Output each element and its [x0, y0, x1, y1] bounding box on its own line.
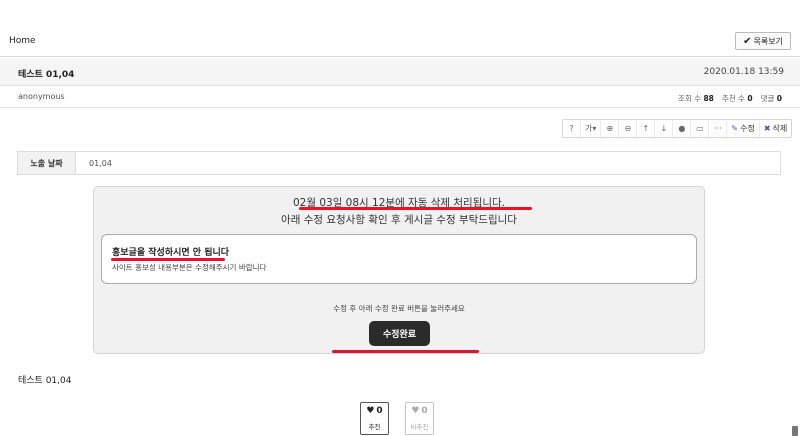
- auto-delete-notice: 02월 03일 08시 12분에 자동 삭제 처리됩니다. 아래 수정 요청사항…: [93, 186, 705, 354]
- upvote-label: 추천: [368, 423, 381, 431]
- scrollbar-thumb[interactable]: [792, 426, 798, 436]
- more-button[interactable]: ···: [709, 120, 728, 137]
- edit-request-box: 홍보글을 작성하시면 안 됩니다 사이트 홍보성 내용부분은 수정해주시기 바랍…: [101, 234, 697, 284]
- post-title: 테스트 01,04: [18, 70, 75, 80]
- post-date: 2020.01.18 13:59: [703, 67, 784, 77]
- post-stats: 조회 수 88 추천 수 0 댓글 0: [678, 93, 782, 104]
- help-icon: ?: [569, 124, 574, 133]
- edit-complete-button[interactable]: 수정완료: [369, 321, 430, 346]
- caret-down-icon: ▾: [592, 124, 597, 133]
- highlight-underline-1: [299, 207, 532, 210]
- list-view-label: 목록보기: [753, 36, 783, 46]
- post-meta-row: anonymous 조회 수 88 추천 수 0 댓글 0: [0, 86, 800, 108]
- exposure-date-value: 01,04: [89, 158, 112, 168]
- zoom-out-icon: ⊖: [624, 124, 632, 133]
- comments-stat: 댓글 0: [760, 94, 782, 103]
- breadcrumb-home[interactable]: Home: [9, 36, 36, 46]
- zoom-in-icon: ⊕: [606, 124, 614, 133]
- list-view-button[interactable]: ✔ 목록보기: [735, 32, 791, 50]
- heart-icon: ♥: [366, 406, 375, 416]
- close-icon: ✖: [763, 124, 771, 133]
- comment-icon: ●: [678, 124, 686, 133]
- exposure-date-label: 노출 날짜: [18, 152, 76, 174]
- arrow-down-icon: ↓: [660, 124, 668, 133]
- delete-button[interactable]: ✖ 삭제: [760, 120, 791, 137]
- checkmark-icon: ✔: [743, 35, 752, 47]
- comment-button[interactable]: ●: [673, 120, 692, 137]
- post-body: 테스트 01,04: [18, 376, 72, 386]
- edit-request-message: 아래 수정 요청사항 확인 후 게시글 수정 부탁드립니다: [281, 214, 517, 226]
- pencil-icon: ✎: [731, 124, 739, 133]
- post-author[interactable]: anonymous: [18, 92, 65, 101]
- edit-label: 수정: [740, 124, 755, 133]
- zoom-out-button[interactable]: ⊖: [619, 120, 638, 137]
- post-title-row: 테스트 01,04 2020.01.18 13:59: [0, 58, 800, 86]
- edit-request-description: 사이트 홍보성 내용부분은 수정해주시기 바랍니다: [112, 263, 267, 272]
- top-bar: Home ✔ 목록보기: [0, 0, 800, 57]
- print-icon: ▭: [696, 124, 704, 133]
- scroll-up-button[interactable]: ↑: [637, 120, 656, 137]
- font-icon: 가: [585, 124, 593, 133]
- zoom-in-button[interactable]: ⊕: [601, 120, 620, 137]
- downvote-label: 비추천: [410, 423, 429, 431]
- edit-request-title: 홍보글을 작성하시면 안 됩니다: [112, 248, 230, 258]
- more-icon: ···: [714, 124, 722, 133]
- edit-done-hint: 수정 후 아래 수정 완료 버튼을 눌러주세요: [333, 304, 465, 313]
- upvote-button[interactable]: ♥ 0 추천: [360, 402, 389, 435]
- arrow-up-icon: ↑: [642, 124, 650, 133]
- post-toolbar: ? 가 ▾ ⊕ ⊖ ↑ ↓ ● ▭ ··· ✎ 수정 ✖ 삭제: [562, 119, 793, 138]
- highlight-underline-3: [332, 350, 479, 353]
- edit-button[interactable]: ✎ 수정: [727, 120, 760, 137]
- scroll-down-button[interactable]: ↓: [655, 120, 674, 137]
- highlight-underline-2: [111, 258, 225, 261]
- help-button[interactable]: ?: [563, 120, 581, 137]
- likes-stat: 추천 수 0: [721, 94, 753, 103]
- heart-icon: ♥: [411, 406, 420, 416]
- views-stat: 조회 수 88: [677, 94, 714, 103]
- upvote-count: ♥ 0: [366, 406, 383, 416]
- exposure-date-table: 노출 날짜 01,04: [17, 151, 781, 175]
- font-size-button[interactable]: 가 ▾: [581, 120, 602, 137]
- print-button[interactable]: ▭: [691, 120, 710, 137]
- delete-label: 삭제: [772, 124, 788, 133]
- downvote-button[interactable]: ♥ 0 비추천: [405, 402, 434, 435]
- downvote-count: ♥ 0: [411, 406, 428, 416]
